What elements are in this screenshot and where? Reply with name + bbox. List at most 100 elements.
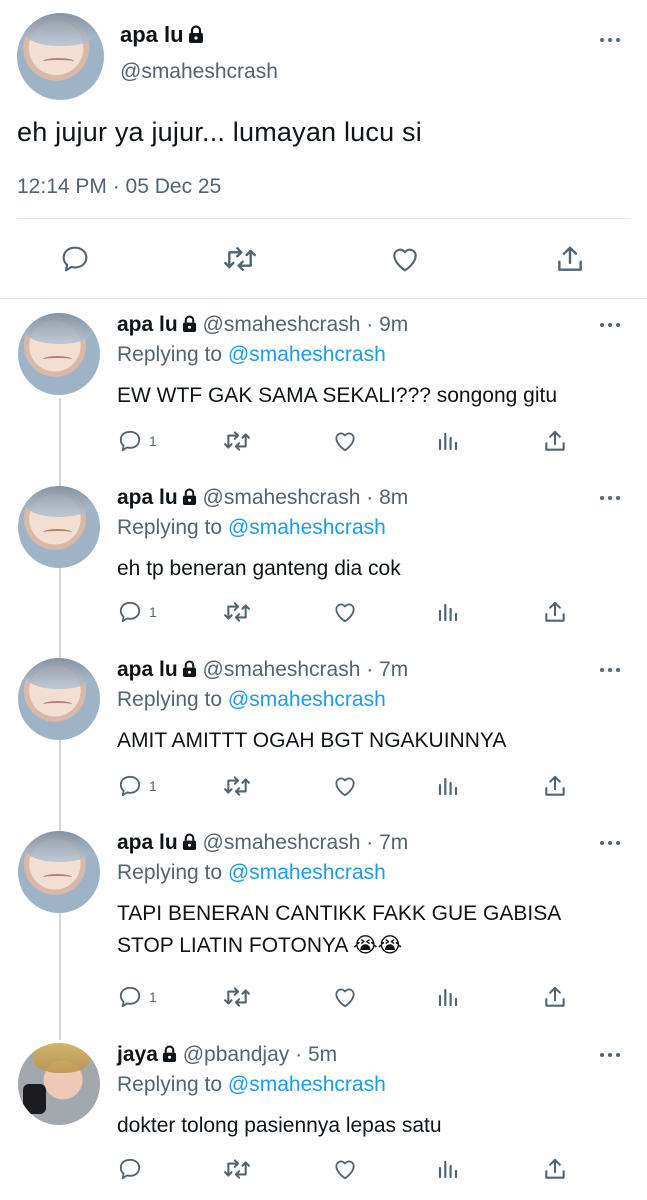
tweet-text: eh jujur ya jujur... lumayan lucu si xyxy=(17,117,422,147)
reply-author-name[interactable]: jaya xyxy=(117,1043,158,1066)
reply-author-name[interactable]: apa lu xyxy=(117,658,178,681)
reply-time[interactable]: 9m xyxy=(379,313,408,336)
more-icon[interactable] xyxy=(600,1053,620,1057)
reply-author-name[interactable]: apa lu xyxy=(117,313,178,336)
share-icon[interactable] xyxy=(542,428,568,454)
reply-author-name[interactable]: apa lu xyxy=(117,486,178,509)
reply-tweet[interactable]: apa lu @smaheshcrash · 7m Replying to @s… xyxy=(0,831,647,1026)
reply-actions: 1 xyxy=(117,984,587,1014)
reply-author-handle[interactable]: @pbandjay xyxy=(183,1043,290,1066)
like-icon[interactable] xyxy=(331,1156,359,1182)
replying-label: Replying to xyxy=(117,516,223,539)
reply-icon xyxy=(119,986,141,1008)
reply-tweet[interactable]: jaya @pbandjay · 5m Replying to @smahesh… xyxy=(0,1043,647,1200)
author-name[interactable]: apa lu xyxy=(120,22,184,47)
replying-to-link[interactable]: @smaheshcrash xyxy=(228,343,386,366)
tweet-timestamp[interactable]: 12:14 PM · 05 Dec 25 xyxy=(17,175,221,199)
reply-tweet[interactable]: apa lu @smaheshcrash · 9m Replying to @s… xyxy=(0,313,647,473)
retweet-icon[interactable] xyxy=(221,984,253,1010)
reply-avatar[interactable] xyxy=(18,486,100,568)
reply-count: 1 xyxy=(149,778,157,794)
reply-author-handle[interactable]: @smaheshcrash xyxy=(203,831,361,854)
reply-author-handle[interactable]: @smaheshcrash xyxy=(203,486,361,509)
reply-text: TAPI BENERAN CANTIKK FAKK GUE GABISA STO… xyxy=(117,902,561,957)
replying-label: Replying to xyxy=(117,861,223,884)
reply-time[interactable]: 5m xyxy=(308,1043,337,1066)
share-icon[interactable] xyxy=(542,984,568,1010)
share-icon[interactable] xyxy=(542,599,568,625)
reply-tweet[interactable]: apa lu @smaheshcrash · 7m Replying to @s… xyxy=(0,658,647,818)
more-icon[interactable] xyxy=(600,496,620,500)
lock-icon xyxy=(182,315,196,332)
reply-header: apa lu @smaheshcrash · 9m xyxy=(117,313,408,337)
replying-to-link[interactable]: @smaheshcrash xyxy=(228,861,386,884)
divider xyxy=(0,298,647,299)
reply-button[interactable]: 1 xyxy=(117,599,157,625)
reply-icon xyxy=(119,430,141,452)
lock-icon xyxy=(188,25,203,43)
like-icon[interactable] xyxy=(331,599,359,625)
author-handle[interactable]: @smaheshcrash xyxy=(120,60,278,84)
lock-icon xyxy=(182,660,196,677)
reply-actions xyxy=(117,1156,587,1186)
retweet-icon[interactable] xyxy=(221,773,253,799)
reply-text: dokter tolong pasiennya lepas satu xyxy=(117,1114,442,1137)
like-icon[interactable] xyxy=(331,773,359,799)
more-icon[interactable] xyxy=(600,323,620,327)
like-icon[interactable] xyxy=(331,984,359,1010)
reply-actions: 1 xyxy=(117,428,587,458)
reply-header: apa lu @smaheshcrash · 8m xyxy=(117,486,408,510)
lock-icon xyxy=(162,1045,176,1062)
reply-text: EW WTF GAK SAMA SEKALI??? songong gitu xyxy=(117,384,558,407)
analytics-icon[interactable] xyxy=(436,773,460,799)
replying-to-link[interactable]: @smaheshcrash xyxy=(228,516,386,539)
reply-avatar[interactable] xyxy=(18,313,100,395)
like-icon[interactable] xyxy=(388,243,422,275)
reply-text: AMIT AMITTT OGAH BGT NGAKUINNYA xyxy=(117,729,507,752)
replying-to-link[interactable]: @smaheshcrash xyxy=(228,1073,386,1096)
analytics-icon[interactable] xyxy=(436,984,460,1010)
lock-icon xyxy=(182,833,196,850)
author-name-row[interactable]: apa lu xyxy=(120,22,204,48)
analytics-icon[interactable] xyxy=(436,599,460,625)
replying-to: Replying to @smaheshcrash xyxy=(117,861,386,885)
reply-time[interactable]: 7m xyxy=(379,831,408,854)
reply-avatar[interactable] xyxy=(18,1043,100,1125)
reply-avatar[interactable] xyxy=(18,831,100,913)
reply-button[interactable]: 1 xyxy=(117,428,157,454)
lock-icon xyxy=(182,488,196,505)
reply-author-handle[interactable]: @smaheshcrash xyxy=(203,658,361,681)
share-icon[interactable] xyxy=(554,243,586,275)
author-avatar[interactable] xyxy=(17,13,104,100)
divider xyxy=(17,218,630,219)
reply-icon[interactable] xyxy=(59,243,91,275)
reply-button[interactable]: 1 xyxy=(117,773,157,799)
retweet-icon[interactable] xyxy=(221,1156,253,1182)
reply-button[interactable]: 1 xyxy=(117,984,157,1010)
analytics-icon[interactable] xyxy=(436,1156,460,1182)
reply-author-handle[interactable]: @smaheshcrash xyxy=(203,313,361,336)
reply-icon xyxy=(119,601,141,623)
more-icon[interactable] xyxy=(600,38,620,42)
replying-to-link[interactable]: @smaheshcrash xyxy=(228,688,386,711)
analytics-icon[interactable] xyxy=(436,428,460,454)
reply-text: eh tp beneran ganteng dia cok xyxy=(117,557,401,580)
reply-time[interactable]: 7m xyxy=(379,658,408,681)
more-icon[interactable] xyxy=(600,841,620,845)
reply-time[interactable]: 8m xyxy=(379,486,408,509)
separator: · xyxy=(366,658,374,681)
retweet-icon[interactable] xyxy=(222,243,258,275)
reply-author-name[interactable]: apa lu xyxy=(117,831,178,854)
more-icon[interactable] xyxy=(600,668,620,672)
reply-button[interactable] xyxy=(117,1156,149,1182)
reply-tweet[interactable]: apa lu @smaheshcrash · 8m Replying to @s… xyxy=(0,486,647,646)
replying-label: Replying to xyxy=(117,1073,223,1096)
retweet-icon[interactable] xyxy=(221,599,253,625)
retweet-icon[interactable] xyxy=(221,428,253,454)
share-icon[interactable] xyxy=(542,773,568,799)
separator: · xyxy=(366,831,374,854)
reply-avatar[interactable] xyxy=(18,658,100,740)
share-icon[interactable] xyxy=(542,1156,568,1182)
reply-icon xyxy=(119,775,141,797)
like-icon[interactable] xyxy=(331,428,359,454)
